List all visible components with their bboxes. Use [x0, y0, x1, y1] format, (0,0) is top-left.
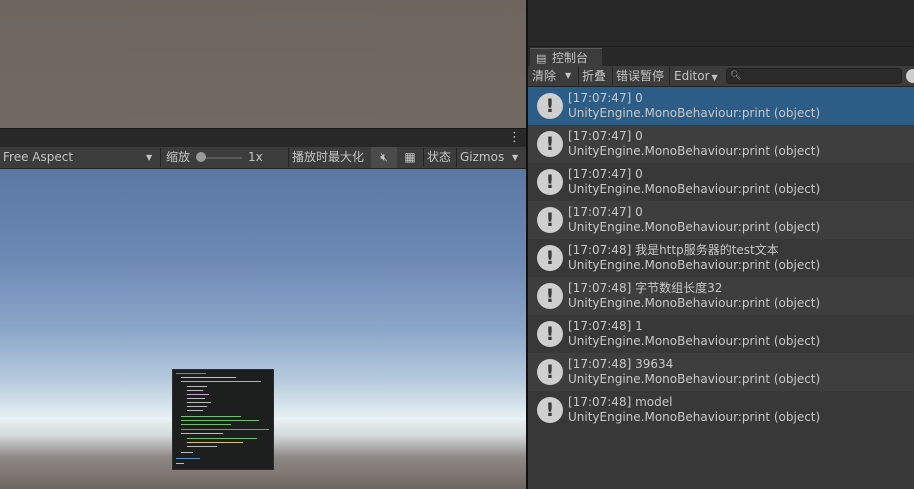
info-icon: !	[537, 131, 563, 157]
separator	[423, 148, 424, 167]
separator	[456, 148, 457, 167]
stats-grid-icon[interactable]: ▦	[399, 147, 421, 168]
chevron-down-icon: ▼	[711, 73, 718, 82]
editor-label: Editor	[674, 69, 710, 83]
info-icon: !	[537, 245, 563, 271]
log-stacktrace: UnityEngine.MonoBehaviour:print (object)	[568, 182, 821, 196]
editor-dropdown[interactable]: Editor ▼	[674, 66, 718, 86]
info-icon: !	[537, 397, 563, 423]
separator	[160, 148, 161, 167]
empty-panel-area	[528, 0, 914, 46]
log-stacktrace: UnityEngine.MonoBehaviour:print (object)	[568, 410, 821, 424]
log-entry[interactable]: ! [17:07:48] 1 UnityEngine.MonoBehaviour…	[528, 315, 914, 353]
info-icon: !	[537, 93, 563, 119]
scale-slider-track[interactable]	[200, 157, 242, 159]
search-icon: 🔍︎	[730, 71, 742, 81]
code-screenshot-image	[172, 369, 274, 470]
console-icon: ▤	[536, 52, 547, 65]
stats-button[interactable]: 状态	[427, 147, 451, 168]
chevron-down-icon[interactable]: ▼	[512, 147, 518, 168]
collapse-button[interactable]: 折叠	[582, 66, 606, 86]
log-entry[interactable]: ! [17:07:48] 字节数组长度32 UnityEngine.MonoBe…	[528, 277, 914, 315]
tab-console[interactable]: ▤ 控制台	[530, 48, 602, 68]
info-icon: !	[537, 169, 563, 195]
separator	[612, 67, 613, 85]
search-input[interactable]	[741, 69, 896, 83]
dropdown-arrow-icon[interactable]: ▼	[146, 147, 152, 168]
scale-slider-handle[interactable]	[196, 152, 206, 162]
game-tab-strip: ⋮	[0, 128, 526, 148]
separator	[578, 67, 579, 85]
scene-view[interactable]	[0, 0, 526, 128]
maximize-on-play-button[interactable]: 播放时最大化	[292, 147, 364, 168]
scale-label: 缩放	[166, 150, 191, 164]
log-entry[interactable]: ! [17:07:47] 0 UnityEngine.MonoBehaviour…	[528, 87, 914, 125]
separator	[288, 148, 289, 167]
more-vertical-icon[interactable]: ⋮	[508, 129, 521, 148]
log-message: [17:07:48] 字节数组长度32	[568, 281, 723, 295]
clear-options-dropdown-icon[interactable]: ▼	[565, 66, 571, 86]
search-field[interactable]: 🔍︎	[726, 68, 902, 84]
info-icon: !	[537, 321, 563, 347]
game-toolbar: Free Aspect ▼ 缩放 1x 播放时最大化 🔇︎ ▦ 状态 Gizmo…	[0, 147, 526, 169]
log-message: [17:07:48] model	[568, 395, 673, 409]
log-filter-toggle-icon[interactable]	[906, 69, 914, 83]
mute-audio-icon[interactable]: 🔇︎	[371, 147, 397, 168]
log-entry[interactable]: ! [17:07:47] 0 UnityEngine.MonoBehaviour…	[528, 201, 914, 239]
log-stacktrace: UnityEngine.MonoBehaviour:print (object)	[568, 106, 821, 120]
info-icon: !	[537, 359, 563, 385]
scale-value: 1x	[248, 150, 263, 164]
console-toolbar: 清除 ▼ 折叠 错误暂停 Editor ▼ 🔍︎	[528, 66, 914, 87]
error-pause-button[interactable]: 错误暂停	[616, 66, 664, 86]
log-entry[interactable]: ! [17:07:47] 0 UnityEngine.MonoBehaviour…	[528, 125, 914, 163]
log-stacktrace: UnityEngine.MonoBehaviour:print (object)	[568, 296, 821, 310]
log-message: [17:07:48] 我是http服务器的test文本	[568, 243, 779, 257]
game-view[interactable]	[0, 169, 526, 489]
console-log-list[interactable]: ! [17:07:47] 0 UnityEngine.MonoBehaviour…	[528, 87, 914, 489]
gizmos-button[interactable]: Gizmos	[460, 147, 504, 168]
aspect-dropdown[interactable]: Free Aspect	[3, 147, 73, 168]
log-message: [17:07:48] 39634	[568, 357, 674, 371]
log-list-empty-area	[528, 429, 914, 489]
log-stacktrace: UnityEngine.MonoBehaviour:print (object)	[568, 372, 821, 386]
info-icon: !	[537, 283, 563, 309]
log-stacktrace: UnityEngine.MonoBehaviour:print (object)	[568, 258, 821, 272]
log-message: [17:07:48] 1	[568, 319, 643, 333]
log-entry[interactable]: ! [17:07:47] 0 UnityEngine.MonoBehaviour…	[528, 163, 914, 201]
log-entry[interactable]: ! [17:07:48] 39634 UnityEngine.MonoBehav…	[528, 353, 914, 391]
info-icon: !	[537, 207, 563, 233]
console-tab-strip: ▤ 控制台	[528, 46, 914, 68]
log-entry[interactable]: ! [17:07:48] 我是http服务器的test文本 UnityEngin…	[528, 239, 914, 277]
log-message: [17:07:47] 0	[568, 91, 643, 105]
log-stacktrace: UnityEngine.MonoBehaviour:print (object)	[568, 334, 821, 348]
log-stacktrace: UnityEngine.MonoBehaviour:print (object)	[568, 220, 821, 234]
log-message: [17:07:47] 0	[568, 167, 643, 181]
log-entry[interactable]: ! [17:07:48] model UnityEngine.MonoBehav…	[528, 391, 914, 429]
log-message: [17:07:47] 0	[568, 129, 643, 143]
log-stacktrace: UnityEngine.MonoBehaviour:print (object)	[568, 144, 821, 158]
clear-button[interactable]: 清除	[532, 66, 556, 86]
separator	[669, 67, 670, 85]
log-message: [17:07:47] 0	[568, 205, 643, 219]
